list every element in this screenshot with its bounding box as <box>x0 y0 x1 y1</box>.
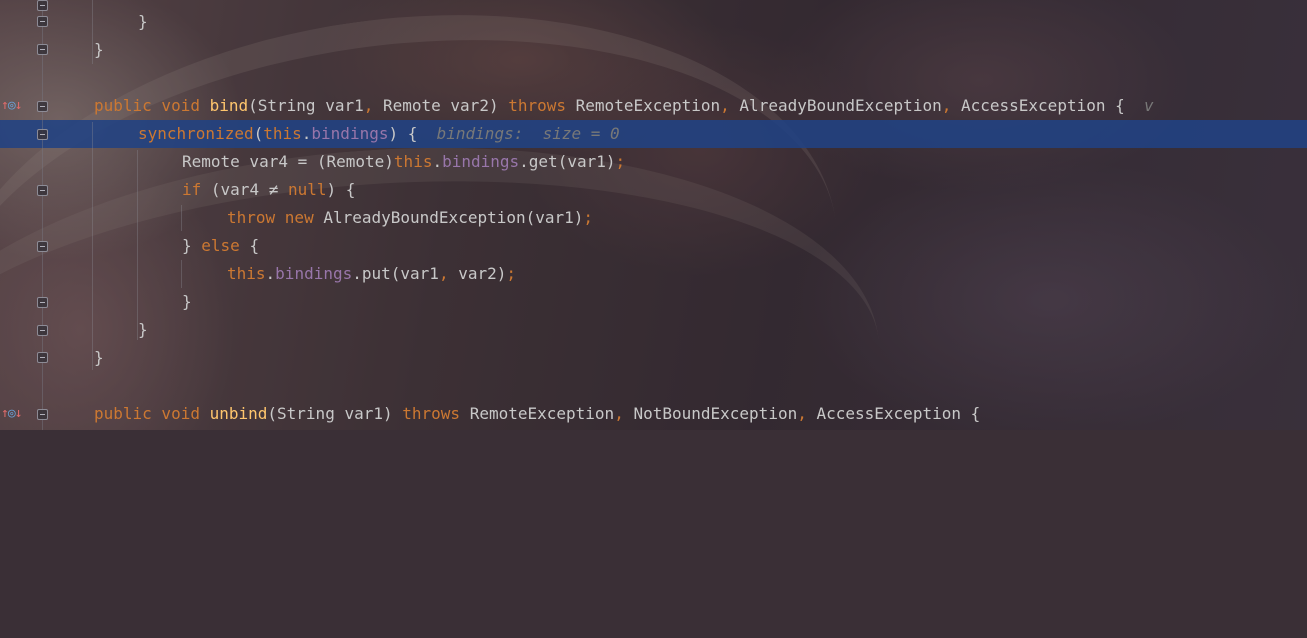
code-token: synchronized <box>138 124 254 143</box>
code-token: this <box>227 264 266 283</box>
code-token: } <box>182 236 202 255</box>
code-token: , <box>720 96 740 115</box>
code-line[interactable]: } <box>138 8 148 36</box>
code-token: ; <box>506 264 517 283</box>
code-token: bind <box>209 96 249 115</box>
code-token: public void <box>94 96 210 115</box>
code-token: ) { <box>388 124 437 143</box>
code-token: var2) <box>458 264 507 283</box>
code-token: ; <box>615 152 626 171</box>
code-line[interactable]: } <box>94 36 104 64</box>
code-token: AlreadyBoundException <box>739 96 942 115</box>
code-token: this <box>393 152 433 171</box>
code-token: (String var1 <box>248 96 364 115</box>
code-token: throw new <box>227 208 324 227</box>
code-token: throws <box>402 404 470 423</box>
code-token: , <box>797 404 817 423</box>
code-token: if <box>182 180 211 199</box>
code-token: AccessException { <box>960 96 1145 115</box>
code-line-current[interactable]: synchronized(this.bindings) { bindings: … <box>138 120 620 148</box>
code-line[interactable]: } <box>138 316 148 344</box>
code-token: (var4 ≠ <box>210 180 288 199</box>
code-token: (String var1) <box>267 404 403 423</box>
code-line[interactable]: this.bindings.put(var1, var2); <box>227 260 516 288</box>
code-token: } <box>138 12 148 31</box>
code-token: throws <box>508 96 576 115</box>
inline-debug-value: bindings: size = 0 <box>436 124 620 143</box>
code-token: , <box>363 96 383 115</box>
code-token: , <box>941 96 961 115</box>
code-token: } <box>94 348 104 367</box>
code-token: AccessException { <box>816 404 981 423</box>
code-token: , <box>614 404 634 423</box>
code-token: . <box>265 264 276 283</box>
code-line[interactable]: } <box>94 344 104 372</box>
code-token: public void <box>94 404 210 423</box>
code-editor[interactable]: } } public void bind(String var1, Remote… <box>0 0 1307 430</box>
code-token: .put(var1 <box>352 264 439 283</box>
code-token: . <box>301 124 312 143</box>
code-line[interactable]: } else { <box>182 232 259 260</box>
code-token: } <box>94 40 104 59</box>
code-token: AlreadyBoundException(var1) <box>323 208 584 227</box>
code-line[interactable]: public void bind(String var1, Remote var… <box>94 92 1154 120</box>
code-token: RemoteException <box>469 404 615 423</box>
code-token: Remote var2) <box>382 96 509 115</box>
code-token: ( <box>253 124 264 143</box>
code-line[interactable]: if (var4 ≠ null) { <box>182 176 355 204</box>
code-line[interactable]: throw new AlreadyBoundException(var1); <box>227 204 593 232</box>
code-token: null <box>287 180 327 199</box>
code-line[interactable]: Remote var4 = (Remote)this.bindings.get(… <box>182 148 625 176</box>
code-token: .get(var1) <box>519 152 616 171</box>
code-token: ) { <box>326 180 356 199</box>
inline-debug-value: v <box>1144 96 1154 115</box>
code-token: } <box>138 320 148 339</box>
code-token: NotBoundException <box>633 404 798 423</box>
code-token: Remote var4 = (Remote) <box>182 152 394 171</box>
code-line[interactable]: public void unbind(String var1) throws R… <box>94 400 980 428</box>
code-line[interactable]: } <box>182 288 192 316</box>
code-token: RemoteException <box>575 96 721 115</box>
code-token: . <box>432 152 443 171</box>
code-token: unbind <box>209 404 268 423</box>
code-token: bindings <box>275 264 353 283</box>
code-token: , <box>438 264 459 283</box>
code-token: bindings <box>311 124 389 143</box>
code-token: ; <box>583 208 594 227</box>
code-token: { <box>249 236 260 255</box>
code-token: } <box>182 292 192 311</box>
code-token: else <box>201 236 250 255</box>
code-token: this <box>263 124 302 143</box>
code-token: bindings <box>442 152 520 171</box>
